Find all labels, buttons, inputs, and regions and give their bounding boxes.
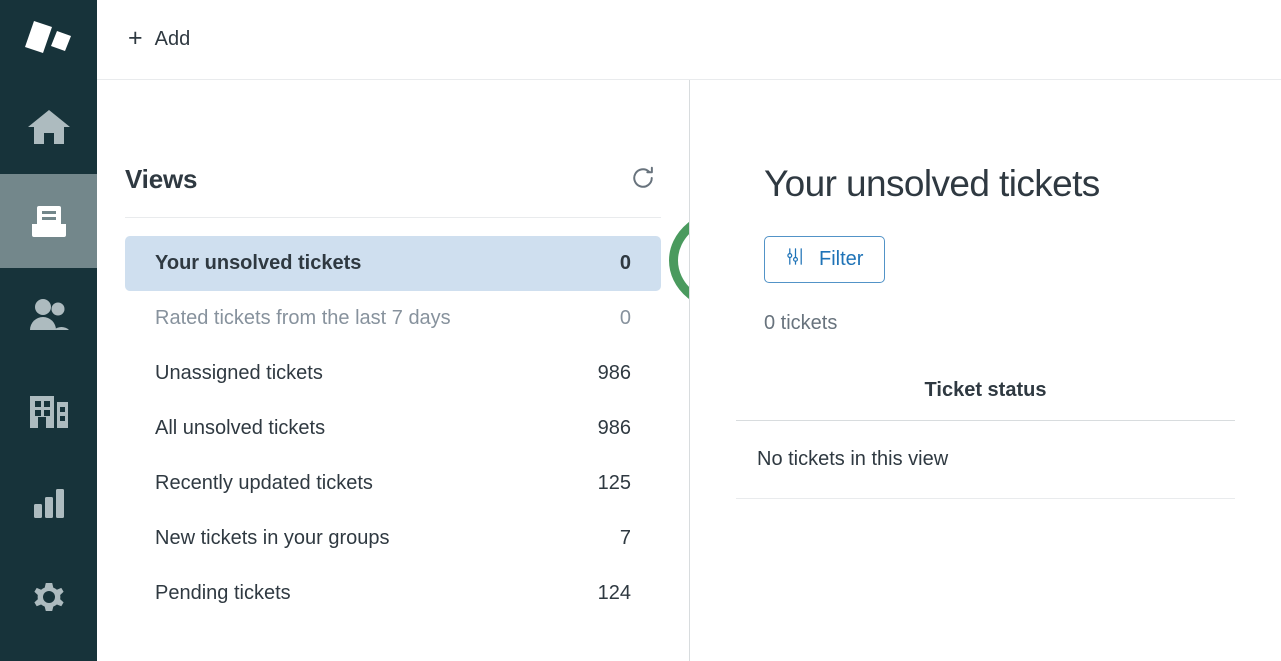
bar-chart-icon <box>30 486 68 520</box>
column-header-ticket-status: Ticket status <box>924 379 1047 401</box>
sidebar-item-organizations[interactable] <box>0 362 97 456</box>
empty-state-row: No tickets in this view <box>736 421 1235 499</box>
sidebar-item-home[interactable] <box>0 80 97 174</box>
zendesk-agent-workspace: + Add Views Your unsolved tickets 0 Rate… <box>0 0 1281 661</box>
sidebar-item-views[interactable] <box>0 174 97 268</box>
sliders-icon <box>786 247 805 272</box>
home-icon <box>26 106 72 148</box>
views-list: Your unsolved tickets 0 Rated tickets fr… <box>125 236 661 621</box>
zendesk-logo[interactable] <box>0 0 97 80</box>
view-count: 0 <box>619 307 631 329</box>
view-row-unassigned-tickets[interactable]: Unassigned tickets 986 <box>125 346 661 401</box>
view-label: Rated tickets from the last 7 days <box>155 307 451 329</box>
view-label: Your unsolved tickets <box>155 252 362 274</box>
sidebar-item-admin[interactable] <box>0 550 97 644</box>
view-count: 7 <box>619 527 631 549</box>
views-inbox-icon <box>29 201 69 241</box>
view-label: Recently updated tickets <box>155 472 373 494</box>
view-label: Unassigned tickets <box>155 362 323 384</box>
view-count: 125 <box>597 472 631 494</box>
ticket-view-panel: Your unsolved tickets Filter 0 tickets T… <box>690 80 1281 661</box>
filter-button-label: Filter <box>819 248 864 270</box>
add-button[interactable]: + Add <box>120 22 198 57</box>
view-row-rated-tickets[interactable]: Rated tickets from the last 7 days 0 <box>125 291 661 346</box>
view-label: Pending tickets <box>155 582 291 604</box>
view-title: Your unsolved tickets <box>764 163 1100 204</box>
views-panel: Views Your unsolved tickets 0 Rated tick… <box>97 80 690 661</box>
view-count: 0 <box>619 252 631 274</box>
view-label: New tickets in your groups <box>155 527 390 549</box>
workspace-body: Views Your unsolved tickets 0 Rated tick… <box>97 80 1281 661</box>
zendesk-logo-icon <box>21 17 77 64</box>
empty-state-message: No tickets in this view <box>757 448 949 470</box>
refresh-button[interactable] <box>625 160 661 199</box>
view-row-pending-tickets[interactable]: Pending tickets 124 <box>125 566 661 621</box>
sidebar-item-reporting[interactable] <box>0 456 97 550</box>
page-title: Views <box>125 164 198 194</box>
tickets-table-header: Ticket status <box>736 379 1235 421</box>
plus-icon: + <box>128 24 143 52</box>
view-count: 124 <box>597 582 631 604</box>
view-row-new-tickets-in-your-groups[interactable]: New tickets in your groups 7 <box>125 511 661 566</box>
people-icon <box>27 297 71 333</box>
view-row-your-unsolved-tickets[interactable]: Your unsolved tickets 0 <box>125 236 661 291</box>
filter-button[interactable]: Filter <box>764 236 886 283</box>
sidebar-item-customers[interactable] <box>0 268 97 362</box>
view-label: All unsolved tickets <box>155 417 326 439</box>
view-row-recently-updated-tickets[interactable]: Recently updated tickets 125 <box>125 456 661 511</box>
top-bar: + Add <box>97 0 1281 80</box>
buildings-icon <box>28 390 70 428</box>
ticket-count-label: 0 tickets <box>764 312 838 334</box>
view-count: 986 <box>597 362 631 384</box>
gear-icon <box>29 577 69 617</box>
view-count: 986 <box>597 417 631 439</box>
annotation-highlight-ellipse <box>666 205 689 316</box>
primary-navigation-rail <box>0 0 97 661</box>
view-row-all-unsolved-tickets[interactable]: All unsolved tickets 986 <box>125 401 661 456</box>
add-button-label: Add <box>154 28 191 50</box>
refresh-icon <box>629 164 657 195</box>
views-header: Views <box>125 160 661 218</box>
